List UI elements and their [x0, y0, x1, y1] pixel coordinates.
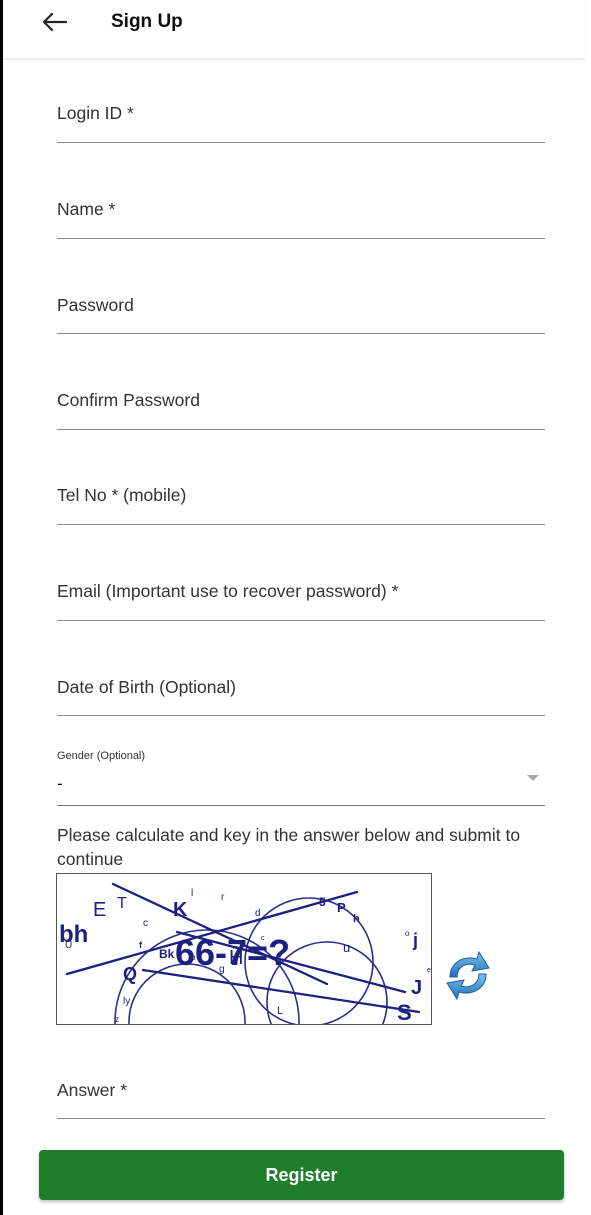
svg-text:Ĥ: Ĥ — [229, 946, 243, 969]
signup-screen: Sign Up Login ID * Name * Password Confi… — [0, 0, 591, 1215]
chevron-down-icon — [527, 775, 539, 781]
login-id-label: Login ID * — [57, 103, 134, 123]
password-field[interactable]: Password — [57, 286, 545, 334]
svg-text:P: P — [337, 900, 346, 915]
svg-text:o: o — [405, 929, 410, 938]
svg-text:5: 5 — [319, 895, 326, 909]
tel-no-label: Tel No * (mobile) — [57, 485, 187, 505]
arrow-left-icon — [42, 12, 68, 32]
svg-text:S: S — [397, 1000, 412, 1024]
gender-value: - — [57, 774, 63, 793]
window-edge — [0, 0, 3, 1215]
svg-text:e: e — [427, 967, 431, 974]
svg-text:L: L — [277, 1005, 283, 1017]
svg-text:K: K — [173, 899, 188, 921]
page-title: Sign Up — [111, 11, 183, 32]
svg-text:Bk: Bk — [159, 947, 175, 961]
confirm-password-field[interactable]: Confirm Password — [57, 381, 545, 430]
name-label: Name * — [57, 199, 116, 219]
svg-text:d: d — [255, 908, 261, 919]
svg-text:·: · — [249, 1004, 251, 1010]
tel-no-field[interactable]: Tel No * (mobile) — [57, 476, 545, 525]
password-label: Password — [57, 295, 134, 315]
svg-text:l: l — [191, 888, 193, 899]
gender-label: Gender (Optional) — [57, 750, 146, 762]
svg-text:T: T — [117, 895, 127, 912]
login-id-field[interactable]: Login ID * — [57, 94, 545, 143]
name-field[interactable]: Name * — [57, 190, 545, 239]
svg-text:g: g — [219, 964, 225, 975]
answer-label: Answer * — [57, 1080, 128, 1100]
svg-text:·: · — [287, 988, 289, 994]
svg-text:b: b — [191, 953, 196, 962]
date-of-birth-field[interactable]: Date of Birth (Optional) — [57, 668, 545, 716]
svg-text:c: c — [261, 935, 265, 942]
captcha-refresh-button[interactable] — [441, 947, 495, 1001]
refresh-icon — [441, 950, 495, 1005]
svg-text:z: z — [115, 1015, 119, 1024]
app-header: Sign Up — [3, 0, 585, 60]
svg-text:U: U — [65, 940, 72, 951]
svg-text:h: h — [353, 913, 360, 925]
svg-text:ly: ly — [123, 996, 130, 1007]
svg-text:r: r — [221, 892, 225, 903]
svg-text:j: j — [412, 930, 418, 950]
confirm-password-label: Confirm Password — [57, 390, 200, 410]
answer-field[interactable]: Answer * — [57, 1070, 545, 1119]
svg-text:E: E — [93, 899, 106, 921]
svg-text:bh: bh — [59, 921, 88, 948]
date-of-birth-label: Date of Birth (Optional) — [57, 677, 236, 697]
captcha-image: 66-7=? bh E T K Q J S j 5 P h u Ĥ Bk c f… — [56, 873, 432, 1025]
svg-text:·: · — [127, 966, 129, 972]
email-label: Email (Important use to recover password… — [57, 581, 399, 601]
svg-text:c: c — [143, 918, 148, 929]
email-field[interactable]: Email (Important use to recover password… — [57, 572, 545, 621]
register-button[interactable]: Register — [39, 1150, 564, 1200]
svg-text:Q: Q — [123, 964, 137, 984]
svg-text:f: f — [139, 940, 143, 950]
captcha-instruction: Please calculate and key in the answer b… — [57, 825, 521, 869]
back-button[interactable] — [37, 6, 73, 38]
svg-text:u: u — [343, 940, 350, 955]
svg-text:J: J — [411, 977, 422, 999]
